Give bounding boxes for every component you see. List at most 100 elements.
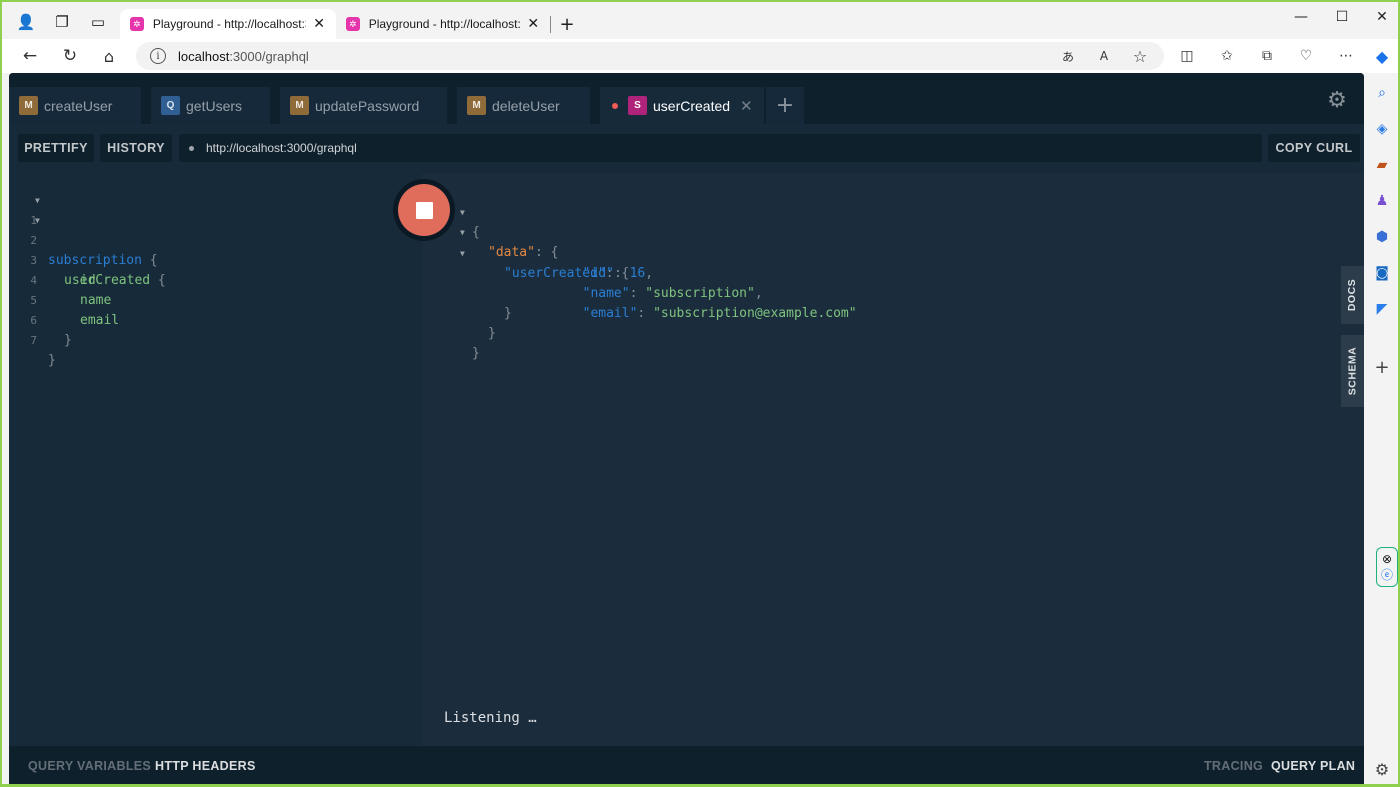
result-line: }	[488, 326, 496, 341]
result-line: ▼ "data": {	[422, 203, 1364, 260]
graphql-favicon-icon: ✲	[130, 17, 144, 31]
schema-side-tab[interactable]: SCHEMA	[1341, 335, 1364, 407]
playground-bottom-bar: QUERY VARIABLES HTTP HEADERS TRACING QUE…	[9, 746, 1364, 784]
drop-icon[interactable]: ◤	[1372, 299, 1392, 319]
close-playground-tab-icon[interactable]: ✕	[740, 97, 753, 115]
playground-tab-createuser[interactable]: M createUser	[9, 87, 141, 124]
playground-tab-getusers[interactable]: Q getUsers	[151, 87, 270, 124]
editor-line: 2 ▼ userCreated {	[9, 211, 165, 288]
editor-line: 5 email	[30, 294, 120, 328]
playground-tab-updatepassword[interactable]: M updatePassword	[280, 87, 447, 124]
query-plan-tab[interactable]: QUERY PLAN	[1271, 759, 1355, 773]
edge-sidebar: ⌕ ◈ ▰ ♟ ⬢ ◙ ◤ + ⊗ ⓔ ⚙	[1366, 73, 1398, 784]
playground-tab-bar: M createUser Q getUsers M updatePassword…	[9, 73, 1364, 124]
subscription-badge: S	[628, 96, 647, 115]
result-line: "name": "subscription",	[582, 286, 763, 301]
search-icon[interactable]: ⌕	[1372, 83, 1392, 103]
result-line: "id": 16,	[582, 266, 654, 281]
sidebar-settings-icon[interactable]: ⚙	[1372, 759, 1392, 779]
favorites-icon[interactable]: ✩	[1215, 44, 1239, 68]
games-icon[interactable]: ♟	[1372, 191, 1392, 211]
http-headers-tab[interactable]: HTTP HEADERS	[155, 759, 256, 773]
profile-icon[interactable]: 👤	[12, 8, 40, 36]
stop-icon	[415, 201, 433, 219]
outlook-icon[interactable]: ◙	[1372, 263, 1392, 283]
history-button[interactable]: HISTORY	[100, 134, 172, 162]
editor-line: 6 }	[30, 314, 72, 348]
url-field[interactable]: i localhost:3000/graphql	[136, 42, 1164, 70]
translate-icon[interactable]: あ	[1056, 44, 1080, 68]
graphql-favicon-icon: ✲	[346, 17, 360, 31]
fold-arrow-icon[interactable]: ▼	[35, 191, 40, 211]
site-info-icon[interactable]: i	[150, 48, 166, 64]
playground-tab-label: createUser	[44, 97, 113, 114]
playground-tab-label: deleteUser	[492, 97, 560, 114]
browser-tab-1[interactable]: ✲ Playground - http://localhost:3000/gra…	[120, 9, 336, 39]
close-tab-icon[interactable]: ✕	[524, 16, 542, 32]
result-line: }	[472, 346, 480, 361]
shopping-tag-icon[interactable]: ◈	[1372, 119, 1392, 139]
browser-essentials-icon[interactable]: ♡	[1294, 44, 1318, 68]
add-sidebar-app-icon[interactable]: +	[1372, 357, 1392, 378]
tracing-tab[interactable]: TRACING	[1204, 759, 1263, 773]
more-menu-icon[interactable]: ⋯	[1334, 44, 1358, 68]
settings-gear-icon[interactable]: ⚙	[1324, 87, 1350, 113]
mutation-badge: M	[467, 96, 486, 115]
split-screen-icon[interactable]: ◫	[1175, 44, 1199, 68]
query-badge: Q	[161, 96, 180, 115]
close-window-button[interactable]: ✕	[1362, 5, 1398, 29]
copilot-icon[interactable]: ◆	[1370, 44, 1394, 68]
playground-tab-label: getUsers	[186, 97, 243, 114]
new-tab-icon[interactable]: +	[553, 10, 581, 38]
close-tab-icon[interactable]: ✕	[310, 16, 328, 32]
playground-tab-label: userCreated	[653, 97, 731, 114]
endpoint-url-input[interactable]: http://localhost:3000/graphql	[179, 134, 1262, 162]
browser-tab-title: Playground - http://localhost:3000/graph…	[152, 17, 306, 31]
editor-line: 3 id	[30, 254, 96, 288]
browser-tab-title: Playground - http://localhost:3000/graph…	[368, 17, 521, 31]
result-pane: ▼ { ▼ "data": { ▼ "userCreated": { "id":…	[422, 173, 1364, 746]
browser-window: 👤 ❐ ▭ ✲ Playground - http://localhost:30…	[0, 0, 1400, 787]
query-editor[interactable]: 1 ▼ subscription { 2 ▼ userCreated { 3 i…	[9, 173, 422, 746]
extension-badge-icon[interactable]: ⊗ ⓔ	[1376, 547, 1398, 587]
docs-side-tab[interactable]: DOCS	[1341, 266, 1364, 324]
playground-tab-usercreated[interactable]: S userCreated ✕	[600, 87, 764, 124]
fold-arrow-icon[interactable]: ▼	[35, 211, 40, 231]
tools-briefcase-icon[interactable]: ▰	[1372, 155, 1392, 175]
result-line: "email": "subscription@example.com"	[582, 306, 857, 321]
editor-line: 4 name	[30, 274, 112, 308]
read-aloud-icon[interactable]: A	[1092, 44, 1116, 68]
subscription-status: Listening …	[444, 710, 537, 726]
add-playground-tab-icon[interactable]: +	[766, 87, 804, 124]
browser-tab-2[interactable]: ✲ Playground - http://localhost:3000/gra…	[336, 9, 550, 39]
unsaved-indicator	[612, 102, 618, 109]
connection-status-dot	[189, 145, 194, 151]
playground-tab-deleteuser[interactable]: M deleteUser	[457, 87, 590, 124]
refresh-icon[interactable]: ↻	[58, 44, 82, 68]
maximize-button[interactable]: ☐	[1322, 5, 1362, 29]
microsoft-365-icon[interactable]: ⬢	[1372, 227, 1392, 247]
favorite-star-icon[interactable]: ☆	[1128, 44, 1152, 68]
editor-line: 7 }	[30, 334, 56, 368]
back-icon[interactable]: ←	[18, 44, 42, 68]
result-line: ▼ {	[422, 183, 1364, 240]
query-variables-tab[interactable]: QUERY VARIABLES	[28, 759, 151, 773]
browser-tab-strip: 👤 ❐ ▭ ✲ Playground - http://localhost:30…	[2, 2, 1398, 39]
mutation-badge: M	[19, 96, 38, 115]
playground-toolbar: PRETTIFY HISTORY http://localhost:3000/g…	[9, 124, 1364, 173]
url-host: localhost	[178, 48, 230, 64]
endpoint-url-text: http://localhost:3000/graphql	[206, 141, 357, 155]
fold-arrow-icon[interactable]: ▼	[460, 244, 465, 264]
tab-actions-icon[interactable]: ▭	[84, 8, 112, 36]
copy-curl-button[interactable]: COPY CURL	[1268, 134, 1360, 162]
address-bar-row: ← ↻ ⌂ i localhost:3000/graphql あ A ☆ ◫ ✩…	[2, 39, 1398, 73]
home-icon[interactable]: ⌂	[97, 44, 121, 68]
tab-separator	[550, 16, 551, 33]
collections-icon[interactable]: ⧉	[1255, 44, 1279, 68]
minimize-button[interactable]: —	[1281, 5, 1321, 29]
result-line: }	[504, 306, 512, 321]
prettify-button[interactable]: PRETTIFY	[18, 134, 94, 162]
stop-subscription-button[interactable]	[393, 179, 455, 241]
workspaces-icon[interactable]: ❐	[48, 8, 76, 36]
playground-tab-label: updatePassword	[315, 97, 420, 114]
